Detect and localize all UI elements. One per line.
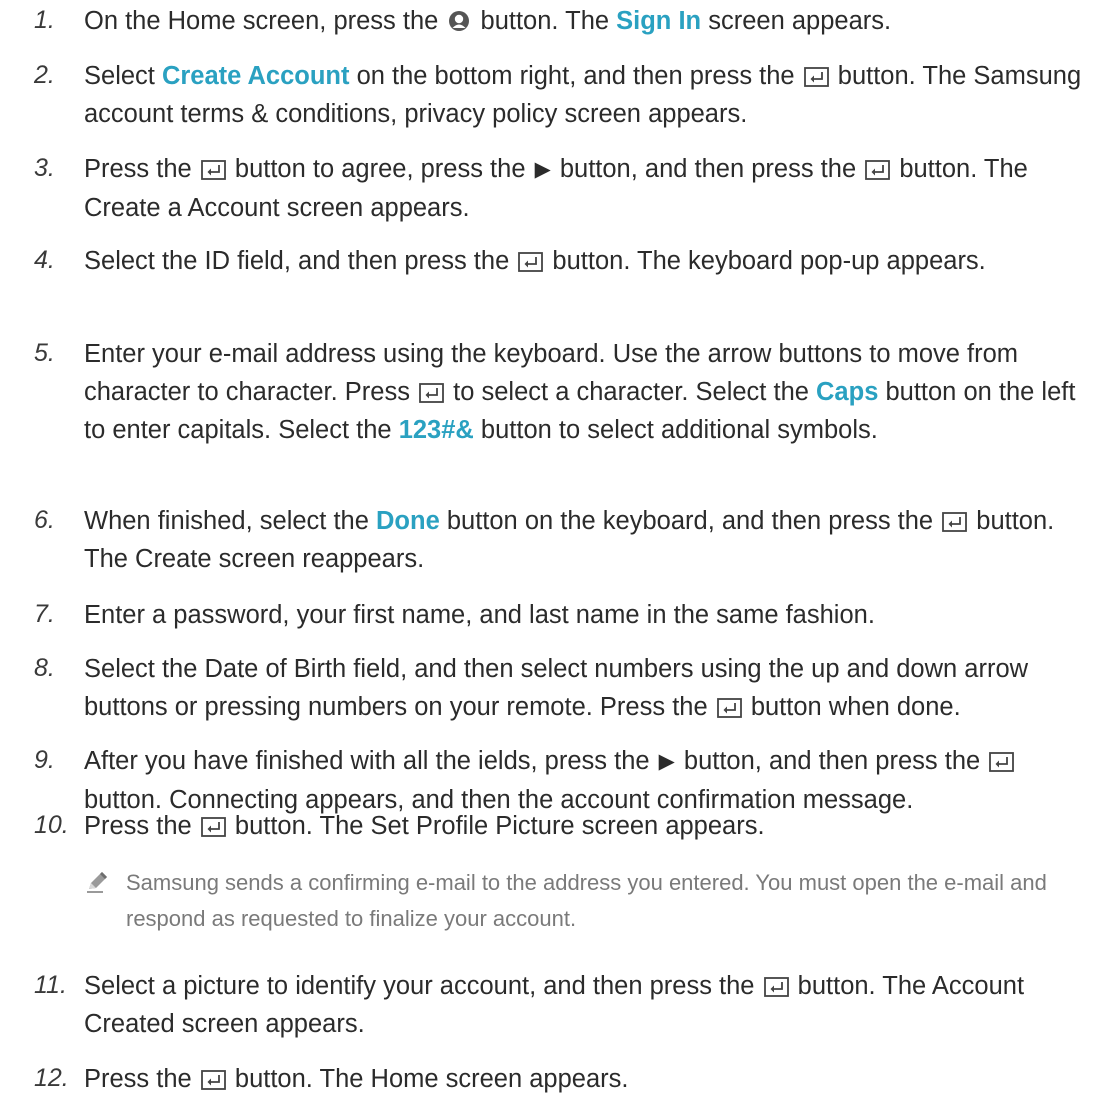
enter-icon [716, 698, 742, 718]
enter-icon [200, 817, 226, 837]
enter-icon [763, 977, 789, 997]
step-text-segment: Select the ID field, and then press the [84, 247, 517, 275]
step-text: Press the button. The Set Profile Pictur… [84, 807, 1090, 845]
step-text: Select the Date of Birth field, and then… [84, 650, 1090, 726]
manual-page: 1. On the Home screen, press the button. … [0, 0, 1100, 1111]
menu-keyword: 123#& [398, 416, 474, 444]
step-text: Press the button to agree, press the ▶ b… [84, 150, 1090, 227]
step-text: Select the ID field, and then press the … [84, 242, 1090, 280]
menu-keyword: Create Account [161, 62, 350, 90]
step-number: 10. [34, 811, 69, 839]
enter-icon [865, 160, 891, 180]
step-text: Enter your e-mail address using the keyb… [84, 335, 1090, 449]
step-number: 6. [34, 506, 55, 534]
step-text: When finished, select the Done button on… [84, 502, 1090, 578]
step-text-segment: Select [84, 62, 162, 90]
step-text-segment: When finished, select the [84, 507, 376, 535]
step-number: 9. [34, 746, 55, 774]
person-icon [448, 10, 470, 32]
step-number: 12. [34, 1064, 69, 1092]
step-number: 3. [34, 154, 55, 182]
step-text-segment: Press the [84, 1065, 199, 1093]
step-number: 8. [34, 654, 55, 682]
menu-keyword: Sign In [616, 7, 702, 35]
step-text-segment: button to agree, press the [227, 155, 533, 183]
right-arrow-icon: ▶ [534, 158, 551, 181]
note-text: Samsung sends a confirming e-mail to the… [126, 870, 1047, 931]
menu-keyword: Caps [816, 378, 879, 406]
step-text-segment: Select a picture to identify your accoun… [84, 972, 762, 1000]
step-text-segment: button, and then press the [552, 155, 864, 183]
enter-icon [200, 160, 226, 180]
step-text-segment: button to select additional symbols. [473, 416, 878, 444]
step-number: 2. [34, 61, 55, 89]
step-text: Enter a password, your first name, and l… [84, 596, 1090, 634]
step-number: 11. [34, 971, 67, 999]
enter-icon [803, 67, 829, 87]
enter-icon [518, 252, 544, 272]
step-text-segment: button on the keyboard, and then press t… [439, 507, 941, 535]
step-text-segment: After you have finished with all the iel… [84, 747, 657, 775]
step-text-segment: Enter a password, your first name, and l… [84, 601, 875, 629]
step-text: Select a picture to identify your accoun… [84, 967, 1090, 1043]
enter-icon [989, 752, 1015, 772]
step-number: 1. [34, 6, 55, 34]
step-text: Press the button. The Home screen appear… [84, 1060, 1090, 1098]
step-number: 7. [34, 600, 55, 628]
step-text: On the Home screen, press the button. Th… [84, 2, 1090, 40]
step-text-segment: to select a character. Select the [446, 378, 817, 406]
step-text-segment: button, and then press the [676, 747, 988, 775]
pencil-icon [84, 869, 110, 895]
step-text-segment: on the bottom right, and then press the [349, 62, 802, 90]
step-text-segment: Press the [84, 155, 199, 183]
menu-keyword: Done [376, 507, 440, 535]
step-text: Select Create Account on the bottom righ… [84, 57, 1090, 133]
step-text-segment: button. The Home screen appears. [227, 1065, 629, 1093]
step-text-segment: On the Home screen, press the [84, 7, 446, 35]
enter-icon [942, 512, 968, 532]
step-text-segment: Press the [84, 812, 199, 840]
step-text-segment: screen appears. [701, 7, 892, 35]
step-text-segment: button. The [473, 7, 617, 35]
step-text-segment: button. The Set Profile Picture screen a… [227, 812, 765, 840]
enter-icon [419, 383, 444, 403]
right-arrow-icon: ▶ [658, 750, 675, 773]
step-number: 4. [34, 246, 55, 274]
step-text-segment: button when done. [743, 693, 961, 721]
step-text-segment: button. The keyboard pop-up appears. [545, 247, 986, 275]
step-number: 5. [34, 339, 55, 367]
enter-icon [200, 1070, 226, 1090]
